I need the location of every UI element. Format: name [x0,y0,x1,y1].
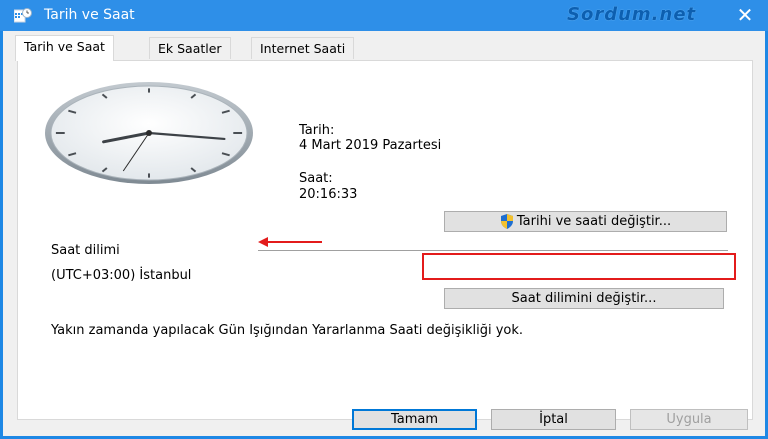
tab-panel: Tarih: 4 Mart 2019 Pazartesi Saat: 20:16… [17,60,753,420]
date-time-window-icon [14,8,32,23]
time-label: Saat: [299,171,333,186]
close-button[interactable]: ✕ [727,0,763,31]
change-date-time-label: Tarihi ve saati değiştir... [516,214,672,229]
cancel-button[interactable]: İptal [491,409,616,430]
tab-tarih-ve-saat[interactable]: Tarih ve Saat [15,35,114,61]
analog-clock-icon [45,82,253,184]
tab-internet-saati[interactable]: Internet Saati [251,37,355,59]
ok-button[interactable]: Tamam [352,409,477,430]
red-arrow-annotation [258,237,322,247]
time-value: 20:16:33 [299,187,358,202]
change-date-time-button[interactable]: Tarihi ve saati değiştir... [444,211,727,232]
uac-shield-icon [500,214,513,229]
date-value: 4 Mart 2019 Pazartesi [299,138,442,153]
change-timezone-button[interactable]: Saat dilimini değiştir... [444,288,724,309]
dialog-client-area: Tarih ve Saat Ek Saatler Internet Saati [3,31,765,436]
window-title: Tarih ve Saat [44,7,135,23]
timezone-label: Saat dilimi [51,243,120,258]
dst-note: Yakın zamanda yapılacak Gün Işığından Ya… [51,323,524,338]
apply-button[interactable]: Uygula [630,409,748,430]
title-bar: Tarih ve Saat Sordum.net ✕ [0,0,768,31]
tab-ek-saatler[interactable]: Ek Saatler [149,37,231,59]
date-label: Tarih: [299,123,335,138]
highlight-box-annotation [422,253,736,280]
watermark-text: Sordum.net [567,4,697,25]
timezone-value: (UTC+03:00) İstanbul [51,268,192,283]
separator-line [258,250,728,251]
